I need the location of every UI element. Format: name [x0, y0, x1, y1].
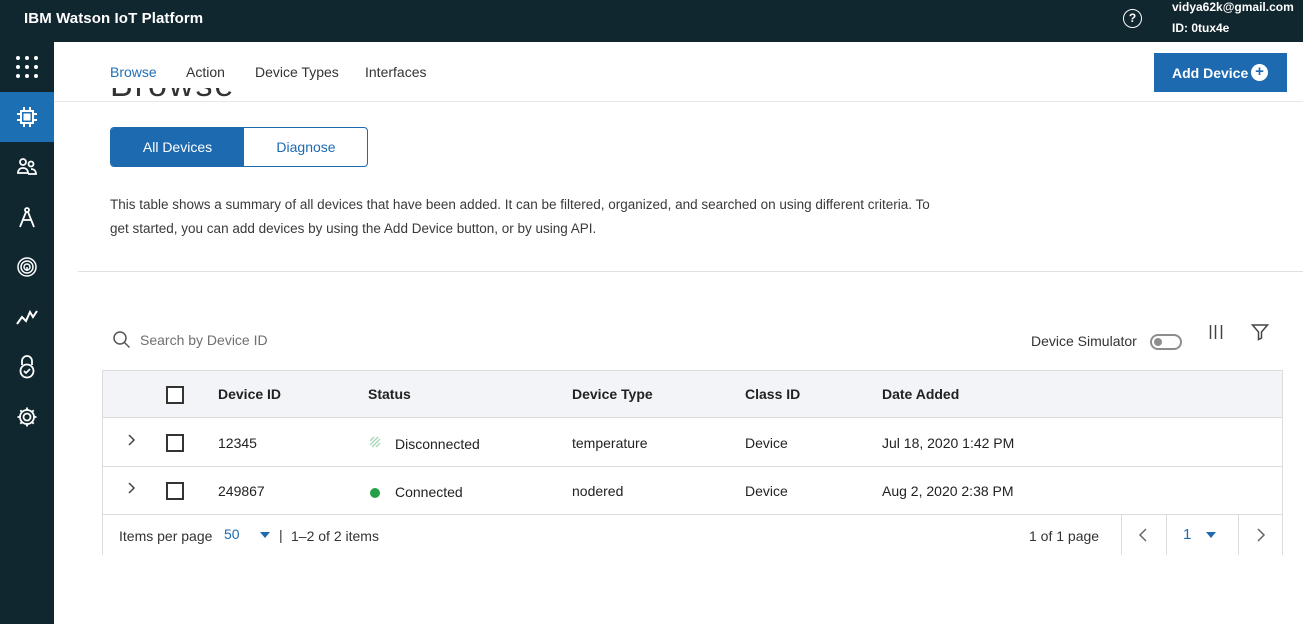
- all-devices-button[interactable]: All Devices: [111, 128, 244, 166]
- caret-down-icon[interactable]: [1206, 532, 1216, 538]
- add-device-label: Add Device: [1172, 64, 1249, 81]
- next-page-button[interactable]: [1238, 515, 1282, 555]
- analytics-icon[interactable]: [0, 292, 54, 342]
- devices-table: Device ID Status Device Type Class ID Da…: [102, 370, 1283, 555]
- device-type-cell: temperature: [572, 435, 648, 451]
- tab-device-types[interactable]: Device Types: [255, 64, 339, 80]
- column-header-device-id[interactable]: Device ID: [218, 386, 281, 402]
- device-type-cell: nodered: [572, 483, 624, 499]
- table-row[interactable]: 12345 Disconnected temperature Device Ju…: [103, 419, 1282, 467]
- device-simulator-toggle[interactable]: [1150, 334, 1182, 350]
- column-header-class-id[interactable]: Class ID: [745, 386, 800, 402]
- previous-page-button[interactable]: [1121, 515, 1166, 555]
- fingerprint-icon[interactable]: [0, 242, 54, 292]
- select-all-checkbox[interactable]: [166, 386, 184, 404]
- devices-chip-icon[interactable]: [0, 92, 54, 142]
- pagination-bar: Items per page 50 | 1–2 of 2 items 1 of …: [103, 515, 1282, 555]
- diagnose-button[interactable]: Diagnose: [244, 128, 367, 166]
- compass-icon[interactable]: [0, 192, 54, 242]
- column-settings-icon[interactable]: [1209, 323, 1223, 341]
- items-per-page-label: Items per page: [119, 528, 213, 544]
- column-header-device-type[interactable]: Device Type: [572, 386, 653, 402]
- class-id-cell: Device: [745, 483, 788, 499]
- expand-row-chevron-icon[interactable]: [125, 481, 139, 495]
- item-range-text: 1–2 of 2 items: [291, 528, 379, 544]
- table-row[interactable]: 249867 Connected nodered Device Aug 2, 2…: [103, 467, 1282, 515]
- device-simulator-label: Device Simulator: [1031, 333, 1137, 349]
- page-description: This table shows a summary of all device…: [110, 197, 930, 236]
- help-icon[interactable]: ?: [1123, 9, 1142, 28]
- add-circle-icon: +: [1251, 64, 1268, 81]
- class-id-cell: Device: [745, 435, 788, 451]
- items-per-page-select[interactable]: 50: [224, 526, 240, 542]
- search-icon[interactable]: [113, 331, 131, 349]
- current-page-value: 1: [1183, 526, 1192, 543]
- view-switcher: All Devices Diagnose: [110, 127, 368, 167]
- chevron-right-icon: [1257, 528, 1266, 542]
- caret-down-icon[interactable]: [260, 532, 270, 538]
- tab-action[interactable]: Action: [186, 64, 225, 80]
- table-header: Device ID Status Device Type Class ID Da…: [103, 371, 1282, 418]
- members-icon[interactable]: [0, 142, 54, 192]
- section-divider: [78, 271, 1303, 272]
- device-id-cell: 249867: [218, 483, 265, 499]
- chevron-left-icon: [1138, 528, 1147, 542]
- column-header-date-added[interactable]: Date Added: [882, 386, 959, 402]
- user-id: ID: 0tux4e: [1172, 21, 1230, 35]
- toggle-knob: [1154, 338, 1162, 346]
- tab-browse[interactable]: Browse: [110, 64, 157, 80]
- page-title: Browse Devices: [110, 88, 370, 102]
- column-header-status[interactable]: Status: [368, 386, 411, 402]
- date-added-cell: Aug 2, 2020 2:38 PM: [882, 483, 1014, 499]
- settings-gear-icon[interactable]: [0, 392, 54, 442]
- status-cell: Disconnected: [395, 436, 480, 452]
- row-checkbox[interactable]: [166, 482, 184, 500]
- left-nav-rail: [0, 42, 54, 624]
- row-checkbox[interactable]: [166, 434, 184, 452]
- device-id-cell: 12345: [218, 435, 257, 451]
- connected-status-dot: [370, 488, 380, 498]
- top-header: IBM Watson IoT Platform ? vidya62k@gmail…: [0, 0, 1303, 42]
- search-input[interactable]: [140, 330, 440, 350]
- user-email: vidya62k@gmail.com: [1172, 0, 1294, 14]
- expand-row-chevron-icon[interactable]: [125, 433, 139, 447]
- status-cell: Connected: [395, 484, 463, 500]
- app-grid-icon[interactable]: [0, 42, 54, 92]
- security-lock-icon[interactable]: [0, 342, 54, 392]
- app-title[interactable]: IBM Watson IoT Platform: [24, 10, 203, 27]
- disconnected-status-icon: [369, 436, 381, 448]
- page-select[interactable]: [1166, 515, 1238, 555]
- date-added-cell: Jul 18, 2020 1:42 PM: [882, 435, 1015, 451]
- add-device-button[interactable]: Add Device +: [1154, 53, 1287, 92]
- page-info-text: 1 of 1 page: [1029, 528, 1100, 544]
- pagination-separator: |: [279, 527, 283, 543]
- filter-icon[interactable]: [1251, 323, 1269, 341]
- tab-interfaces[interactable]: Interfaces: [365, 64, 426, 80]
